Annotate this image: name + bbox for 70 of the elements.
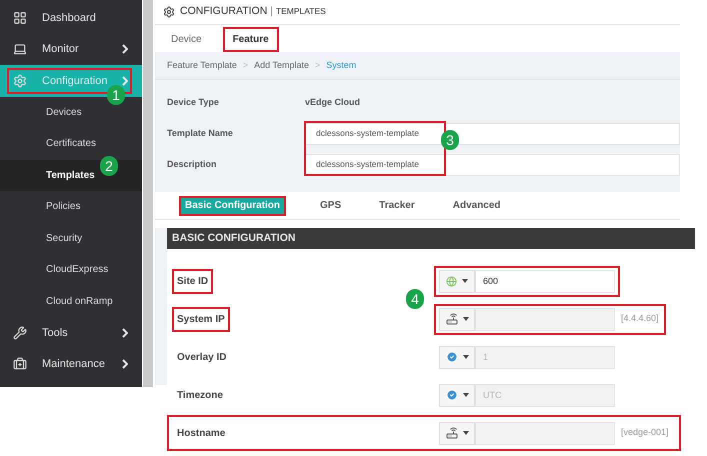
laptop-icon (13, 42, 27, 56)
submenu-item[interactable]: Policies (0, 191, 142, 222)
breadcrumb-separator: > (242, 58, 248, 72)
input-field[interactable] (475, 422, 615, 444)
step-badge: 1 (107, 85, 125, 105)
check-icon (446, 351, 458, 363)
sidebar-label: Monitor (42, 42, 80, 57)
briefcase-icon (13, 357, 27, 372)
scope-dropdown[interactable] (439, 346, 475, 368)
field-label: Hostname (176, 427, 226, 441)
caret-icon (462, 393, 468, 397)
globe-icon (446, 276, 457, 286)
breadcrumb-separator: > (315, 58, 320, 72)
sidebar-label: Tools (42, 326, 69, 340)
scope-dropdown[interactable] (439, 422, 475, 444)
sidebar-label: Dashboard (42, 10, 97, 26)
sidebar-item[interactable]: Tools (0, 317, 142, 348)
sidebar-item[interactable]: Maintenance (0, 348, 142, 380)
input-field[interactable]: UTC (475, 384, 615, 406)
sidebar-item[interactable]: Monitor (0, 34, 142, 65)
section-tab[interactable]: Advanced (448, 196, 505, 216)
tab[interactable]: Device (163, 27, 210, 52)
field-label: Timezone (176, 389, 224, 403)
caret-icon (462, 431, 468, 435)
gear-icon (13, 74, 27, 88)
input-field[interactable] (475, 308, 615, 330)
step-badge: 4 (406, 289, 424, 309)
section-header: BASIC CONFIGURATION (167, 228, 695, 249)
sidebar-label: Configuration (42, 74, 108, 88)
chevron-icon (122, 44, 128, 54)
step-badge: 2 (100, 156, 118, 176)
breadcrumb-link[interactable]: Feature Template (167, 58, 237, 72)
section-tab[interactable]: Tracker (375, 196, 419, 216)
grid-icon (13, 10, 27, 25)
default-hint: [vedge-001] (621, 426, 669, 440)
input-field[interactable]: 1 (475, 346, 615, 368)
submenu-item[interactable]: CloudExpress (0, 254, 142, 286)
chevron-icon (122, 328, 128, 338)
router-icon (446, 427, 458, 439)
default-hint: [4.4.4.60] (621, 312, 659, 326)
input-field[interactable]: 600 (475, 270, 615, 292)
page-title: CONFIGURATION | TEMPLATES (180, 4, 326, 20)
step-badge: 3 (441, 130, 459, 150)
scrollbar[interactable] (143, 0, 153, 387)
gear-icon (163, 6, 175, 18)
check-icon (446, 389, 458, 401)
sidebar-item[interactable]: Dashboard (0, 2, 142, 34)
breadcrumb-link[interactable]: Add Template (254, 58, 310, 72)
info-label: Description (167, 158, 218, 171)
submenu-item[interactable]: Cloud onRamp (0, 286, 142, 317)
caret-icon (462, 279, 468, 283)
section-tab[interactable]: GPS (316, 196, 346, 216)
field-label: Overlay ID (176, 351, 228, 365)
scope-dropdown[interactable] (439, 384, 475, 406)
tab[interactable]: Feature (222, 27, 279, 52)
chevron-icon (122, 76, 128, 86)
info-label: Template Name (167, 126, 234, 140)
info-label: Device Type (167, 96, 220, 109)
caret-icon (462, 355, 468, 359)
field-label: System IP (172, 307, 230, 332)
field-label: Site ID (172, 269, 214, 294)
sidebar-label: Maintenance (42, 357, 106, 372)
scope-dropdown[interactable] (439, 308, 475, 330)
chevron-icon (122, 359, 128, 370)
info-value: vEdge Cloud (305, 96, 360, 109)
input-field[interactable]: dclessons-system-template (305, 154, 680, 176)
submenu-item[interactable]: Security (0, 222, 142, 254)
caret-icon (462, 317, 468, 321)
wrench-icon (13, 326, 27, 340)
router-icon (446, 313, 458, 325)
